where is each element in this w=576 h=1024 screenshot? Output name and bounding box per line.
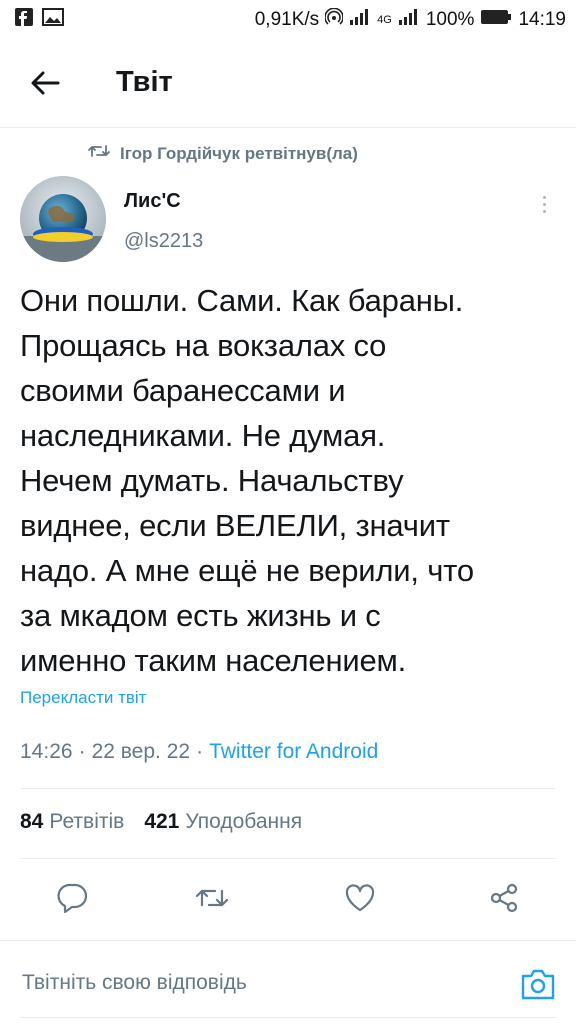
reply-button[interactable]	[50, 878, 94, 922]
tweet-text: Они пошли. Сами. Как бараны. Прощаясь на…	[20, 283, 474, 678]
avatar[interactable]	[20, 176, 106, 262]
retweets-label: Ретвітів	[49, 810, 125, 833]
retweet-button[interactable]	[190, 878, 234, 922]
status-bar: 0,91K/s 4G 100% 14:19	[0, 0, 576, 40]
reply-underline	[20, 1017, 556, 1018]
status-right: 0,91K/s 4G 100% 14:19	[254, 7, 566, 32]
retweet-icon	[195, 885, 229, 916]
like-icon	[344, 883, 376, 918]
reply-input[interactable]	[22, 971, 482, 995]
tweet-source-link[interactable]: Twitter for Android	[209, 740, 378, 764]
gallery-icon	[42, 8, 64, 32]
battery-percent: 100%	[425, 9, 475, 30]
tweet-actions	[0, 868, 576, 932]
share-icon	[488, 882, 520, 919]
hotspot-icon	[324, 7, 344, 32]
more-dot	[542, 202, 546, 206]
camera-button[interactable]	[520, 967, 556, 1001]
arrow-left-icon	[30, 70, 60, 101]
network-speed: 0,91K/s	[254, 9, 320, 30]
back-button[interactable]	[22, 62, 68, 108]
signal-icon	[349, 9, 371, 31]
reply-composer	[0, 940, 576, 1024]
retweet-context-text: Ігор Гордійчук ретвітнув(ла)	[120, 143, 358, 163]
like-button[interactable]	[338, 878, 382, 922]
page-title: Твіт	[116, 66, 173, 98]
retweets-stat[interactable]: 84 Ретвітів	[20, 810, 124, 834]
more-dot	[542, 209, 546, 213]
translate-tweet-link[interactable]: Перекласти твіт	[20, 688, 146, 708]
tweet-date: 22 вер. 22	[91, 740, 191, 763]
divider	[20, 858, 556, 859]
top-app-bar: Твіт	[0, 40, 576, 128]
retweet-icon	[88, 143, 110, 164]
likes-label: Уподобання	[185, 810, 303, 833]
reply-icon	[56, 883, 88, 918]
status-left	[14, 7, 64, 33]
retweets-count: 84	[20, 810, 44, 833]
retweet-context[interactable]: Ігор Гордійчук ретвітнув(ла)	[88, 143, 358, 164]
likes-stat[interactable]: 421 Уподобання	[144, 810, 302, 834]
tweet-time: 14:26	[20, 740, 73, 763]
likes-count: 421	[144, 810, 180, 833]
battery-icon	[480, 9, 512, 31]
tweet-meta: 14:26 · 22 вер. 22 · Twitter for Android	[20, 740, 378, 764]
meta-separator: ·	[196, 740, 204, 763]
camera-icon	[520, 969, 556, 1005]
tweet-stats: 84 Ретвітів 421 Уподобання	[20, 810, 302, 834]
author-name[interactable]: Лис'С	[124, 190, 181, 213]
facebook-icon	[14, 7, 34, 33]
meta-separator: ·	[78, 740, 86, 763]
status-time: 14:19	[518, 9, 566, 30]
network-type: 4G	[377, 14, 392, 26]
signal-icon-2	[398, 9, 420, 31]
share-button[interactable]	[482, 878, 526, 922]
more-dot	[542, 195, 546, 199]
author-handle[interactable]: @ls2213	[124, 230, 203, 253]
divider	[20, 788, 556, 789]
more-options-button[interactable]	[530, 188, 558, 220]
